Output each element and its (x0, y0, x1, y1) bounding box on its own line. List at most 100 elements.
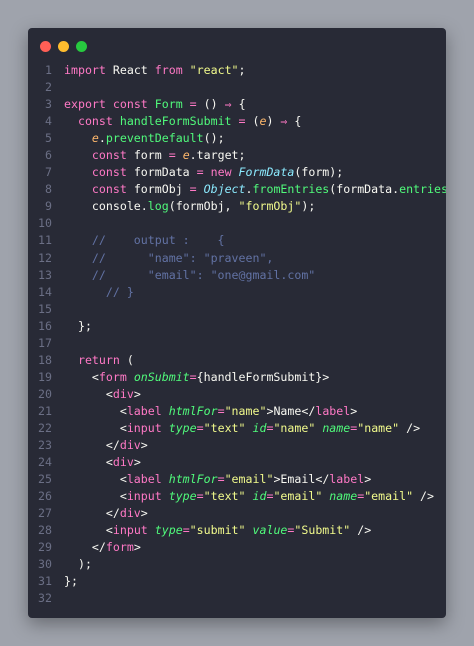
code-token: = (196, 420, 204, 435)
code-token: Object (203, 182, 246, 197)
code-text: // } (64, 284, 134, 301)
code-token: ⇒ (280, 114, 295, 129)
line-number: 1 (45, 63, 52, 77)
line-number: 30 (38, 557, 52, 572)
code-line: 14 // } (28, 284, 446, 301)
code-token: . (98, 131, 106, 146)
code-token: "submit" (189, 523, 253, 538)
code-token: = (196, 165, 211, 180)
code-token: htmlFor (168, 403, 218, 418)
code-line: 18 return ( (28, 352, 446, 369)
code-line: 11 // output : { (28, 232, 446, 249)
code-token: (); (203, 131, 225, 146)
code-token: div (112, 386, 134, 401)
code-token: name (322, 420, 351, 435)
code-line: 2 (28, 79, 446, 96)
line-number: 31 (38, 574, 52, 589)
minimize-dot-icon[interactable] (58, 41, 69, 52)
line-number: 3 (45, 97, 52, 112)
line-number: 20 (38, 386, 52, 401)
code-token: input (126, 489, 169, 504)
code-token: id (252, 420, 267, 435)
code-token: > (140, 506, 148, 521)
code-token: label (126, 472, 169, 487)
code-text: const form = e.target; (64, 147, 246, 164)
line-number: 11 (38, 233, 52, 248)
code-text: e.preventDefault(); (64, 130, 225, 147)
code-token: > (322, 369, 330, 384)
code-line: 30 ); (28, 556, 446, 573)
code-token: </ (64, 540, 106, 555)
line-number: 14 (38, 284, 52, 299)
code-text: // "email": "one@gmail.com" (64, 267, 315, 284)
code-token: ( (126, 352, 134, 367)
code-token: (formData. (329, 182, 400, 197)
code-token: "formObj" (238, 199, 302, 214)
code-token: onSubmit (133, 369, 190, 384)
code-line: 7 const formData = new FormData(form); (28, 164, 446, 181)
code-text: </div> (64, 505, 148, 522)
code-token: React (112, 63, 155, 77)
code-token: </ (64, 506, 120, 521)
code-text: return ( (64, 352, 134, 369)
code-token: fromEntries (252, 182, 330, 197)
code-token: ); (64, 557, 92, 572)
code-line: 29 </form> (28, 539, 446, 556)
code-line: 1 import React from "react"; (28, 62, 446, 79)
code-token: const (64, 182, 134, 197)
code-token: formObj (133, 182, 190, 197)
code-token: export (64, 97, 113, 112)
code-token: Form (154, 97, 190, 112)
code-token: htmlFor (168, 472, 218, 487)
code-token: < (64, 472, 127, 487)
code-token: (form); (294, 165, 344, 180)
code-token: < (64, 403, 127, 418)
line-number: 5 (45, 131, 52, 146)
code-token: ); (301, 199, 316, 214)
code-token: < (64, 420, 127, 435)
code-token: const (64, 165, 134, 180)
code-token: value (252, 523, 288, 538)
code-text: <label htmlFor="email">Email</label> (64, 471, 371, 488)
code-token: < (64, 455, 113, 470)
code-token: label (329, 472, 365, 487)
line-number: 21 (38, 403, 52, 418)
line-number: 28 (38, 523, 52, 538)
code-text: const formObj = Object.fromEntries(formD… (64, 181, 446, 198)
code-token: new (210, 165, 239, 180)
line-number: 29 (38, 540, 52, 555)
code-token: form (133, 148, 169, 163)
code-text: // "name": "praveen", (64, 250, 274, 267)
code-token: type (168, 420, 197, 435)
code-text: import React from "react"; (64, 62, 246, 79)
code-line: 12 // "name": "praveen", (28, 250, 446, 267)
code-token: </ (64, 438, 120, 453)
maximize-dot-icon[interactable] (76, 41, 87, 52)
code-text: <label htmlFor="name">Name</label> (64, 403, 357, 420)
code-token: () (203, 97, 225, 112)
line-number: 4 (45, 114, 52, 129)
code-line: 5 e.preventDefault(); (28, 130, 446, 147)
code-line: 22 <input type="text" id="name" name="na… (28, 420, 446, 437)
code-line: 8 const formObj = Object.fromEntries(for… (28, 181, 446, 198)
code-token: e (91, 131, 99, 146)
line-number: 26 (38, 489, 52, 504)
code-token: "name" (273, 420, 323, 435)
code-token: // } (64, 284, 134, 299)
code-text: }; (64, 318, 92, 335)
code-token: "text" (203, 489, 253, 504)
code-token: > (140, 438, 148, 453)
code-line: 32 (28, 590, 446, 607)
code-line: 26 <input type="text" id="email" name="e… (28, 488, 446, 505)
code-line: 25 <label htmlFor="email">Email</label> (28, 471, 446, 488)
code-text: export const Form = () ⇒ { (64, 96, 246, 113)
line-number: 10 (38, 216, 52, 231)
close-dot-icon[interactable] (40, 41, 51, 52)
code-token: . (245, 182, 253, 197)
code-token: = (217, 472, 225, 487)
code-text: ); (64, 556, 92, 573)
code-token: console. (64, 199, 148, 214)
code-token: ; (238, 63, 246, 77)
code-token: input (126, 420, 169, 435)
code-text: console.log(formObj, "formObj"); (64, 198, 315, 215)
